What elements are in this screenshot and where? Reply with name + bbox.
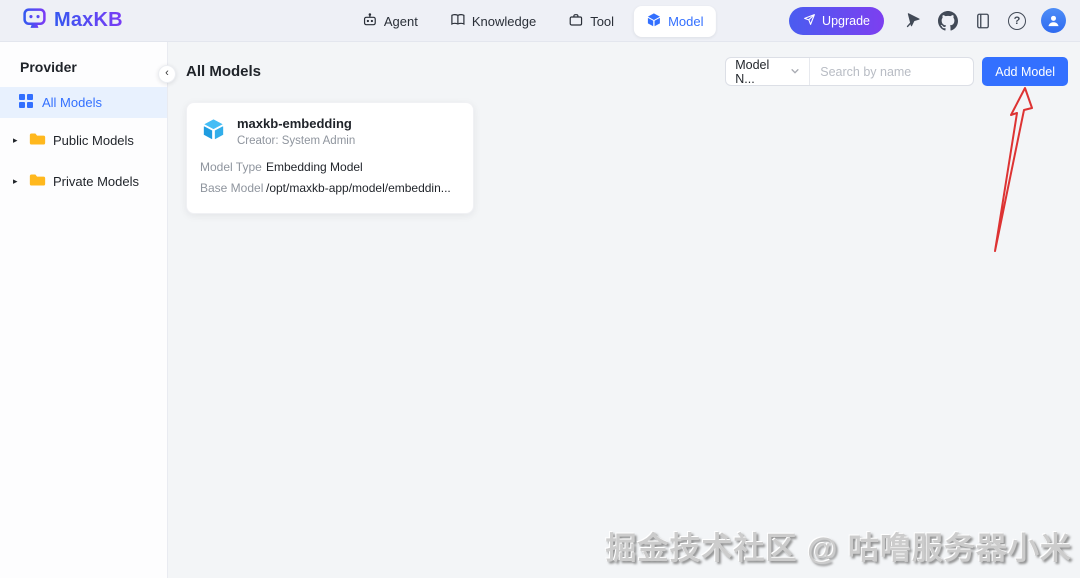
tab-model[interactable]: Model xyxy=(634,5,716,37)
caret-right-icon[interactable]: ▸ xyxy=(13,176,22,187)
sidebar-item-all-models[interactable]: All Models xyxy=(0,87,167,118)
model-creator: Creator: System Admin xyxy=(237,135,356,147)
field-value: /opt/maxkb-app/model/embeddin... xyxy=(266,181,451,195)
user-avatar[interactable] xyxy=(1041,8,1066,33)
main-header: All Models Model N... Add Model xyxy=(186,57,1068,86)
maxkb-logo[interactable]: MaxKB xyxy=(22,6,123,36)
model-name: maxkb-embedding xyxy=(237,116,352,131)
card-title-group: maxkb-embedding Creator: System Admin xyxy=(237,116,355,148)
add-model-button[interactable]: Add Model xyxy=(982,57,1068,86)
chevron-down-icon xyxy=(790,65,800,79)
tab-tool[interactable]: Tool xyxy=(556,6,626,37)
cube-3d-icon xyxy=(200,116,227,148)
cursor-pointer-icon[interactable] xyxy=(903,11,923,31)
docs-book-icon[interactable] xyxy=(973,11,993,31)
sidebar-title: Provider xyxy=(20,59,77,75)
navbar-right-group: Upgrade ? xyxy=(789,6,1066,35)
robot-logo-icon xyxy=(22,6,47,36)
field-model-type: Model Type Embedding Model xyxy=(200,160,460,174)
top-navbar: MaxKB Agent Knowledge Tool Model Upgrade… xyxy=(0,0,1080,42)
upgrade-button[interactable]: Upgrade xyxy=(789,6,884,35)
sidebar-item-public-models[interactable]: ▸ Public Models xyxy=(0,122,167,159)
logo-text: MaxKB xyxy=(54,9,123,31)
filter-select-value: Model N... xyxy=(735,57,770,86)
sidebar-item-label: Public Models xyxy=(53,133,134,148)
tab-knowledge[interactable]: Knowledge xyxy=(438,6,548,37)
tab-model-label: Model xyxy=(668,13,704,29)
folder-icon xyxy=(29,132,46,149)
card-fields: Model Type Embedding Model Base Model /o… xyxy=(200,160,460,195)
field-label: Model Type xyxy=(200,160,262,174)
field-base-model: Base Model /opt/maxkb-app/model/embeddin… xyxy=(200,181,460,195)
knowledge-book-icon xyxy=(450,12,466,31)
grid-icon xyxy=(19,94,33,111)
caret-right-icon[interactable]: ▸ xyxy=(13,135,22,146)
rocket-icon xyxy=(803,13,816,29)
sidebar-item-label: Private Models xyxy=(53,174,139,189)
model-cube-icon xyxy=(646,12,662,31)
search-input[interactable] xyxy=(810,58,974,85)
help-icon[interactable]: ? xyxy=(1008,11,1026,30)
sidebar-collapse-button[interactable]: ‹ xyxy=(158,65,176,83)
folder-icon xyxy=(29,173,46,190)
field-label: Base Model xyxy=(200,181,264,195)
field-value: Embedding Model xyxy=(266,160,363,174)
tab-tool-label: Tool xyxy=(590,13,615,29)
toolbar: Model N... Add Model xyxy=(725,57,1068,86)
search-combo: Model N... xyxy=(725,57,975,86)
provider-sidebar: Provider All Models ▸ Public Models ▸ Pr… xyxy=(0,42,176,578)
sidebar-item-private-models[interactable]: ▸ Private Models xyxy=(0,163,167,200)
upgrade-label: Upgrade xyxy=(822,13,870,28)
tool-briefcase-icon xyxy=(568,12,584,31)
card-header: maxkb-embedding Creator: System Admin xyxy=(200,116,460,148)
help-glyph: ? xyxy=(1013,14,1021,27)
model-filter-select[interactable]: Model N... xyxy=(726,57,811,86)
sidebar-item-label: All Models xyxy=(42,95,102,110)
main-nav-tabs: Agent Knowledge Tool Model xyxy=(350,0,716,42)
page-title: All Models xyxy=(186,63,262,80)
tab-knowledge-label: Knowledge xyxy=(471,13,537,29)
main-content: All Models Model N... Add Model xyxy=(168,42,1080,578)
chevron-left-icon: ‹ xyxy=(165,67,169,79)
tab-agent-label: Agent xyxy=(383,13,418,29)
tab-agent[interactable]: Agent xyxy=(350,6,430,37)
agent-robot-icon xyxy=(362,12,378,31)
github-icon[interactable] xyxy=(938,10,958,31)
model-card-maxkb-embedding[interactable]: maxkb-embedding Creator: System Admin Mo… xyxy=(186,102,474,214)
